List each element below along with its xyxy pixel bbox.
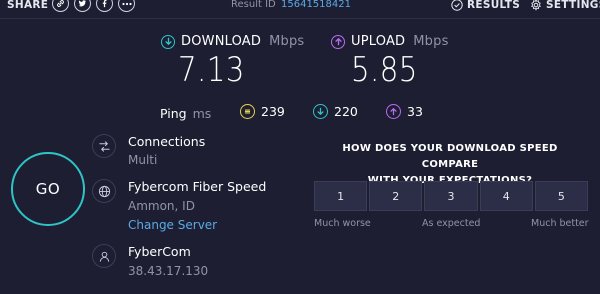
provider-ip: 38.43.17.130 bbox=[128, 264, 209, 278]
result-id-link[interactable]: 15641518421 bbox=[281, 0, 351, 10]
ping-upload-value: 33 bbox=[407, 104, 423, 119]
go-label: GO bbox=[35, 180, 61, 198]
header-divider bbox=[0, 18, 600, 19]
twitter-icon[interactable] bbox=[74, 0, 91, 12]
facebook-icon[interactable] bbox=[96, 0, 113, 12]
change-server-link[interactable]: Change Server bbox=[128, 218, 217, 232]
download-speed-value: 7.13 bbox=[178, 50, 245, 90]
download-unit: Mbps bbox=[269, 34, 305, 49]
rating-scale: 1 2 3 4 5 bbox=[314, 181, 589, 211]
download-label: DOWNLOAD bbox=[181, 34, 262, 49]
ping-idle: 239 bbox=[240, 104, 285, 119]
share-label: SHARE bbox=[7, 0, 49, 11]
upload-header: UPLOAD Mbps bbox=[331, 34, 449, 49]
check-circle-icon bbox=[451, 0, 463, 11]
rating-option-5[interactable]: 5 bbox=[534, 181, 589, 211]
caption-as-expected: As expected bbox=[422, 218, 481, 229]
ping-download-value: 220 bbox=[334, 104, 358, 119]
settings-button[interactable]: SETTINGS bbox=[530, 0, 600, 11]
connections-icon bbox=[92, 134, 116, 158]
results-button[interactable]: RESULTS bbox=[451, 0, 520, 11]
caption-much-better: Much better bbox=[531, 218, 589, 229]
go-button[interactable]: GO bbox=[11, 152, 85, 226]
connections-mode: Multi bbox=[128, 153, 158, 167]
ping-upload: 33 bbox=[386, 104, 423, 119]
download-header: DOWNLOAD Mbps bbox=[161, 34, 304, 49]
user-icon bbox=[92, 244, 116, 268]
rating-option-2[interactable]: 2 bbox=[369, 181, 423, 211]
ping-idle-value: 239 bbox=[261, 104, 285, 119]
ping-row: Ping ms 239 220 33 bbox=[160, 104, 423, 122]
results-label: RESULTS bbox=[467, 0, 521, 11]
server-location: Ammon, ID bbox=[128, 199, 195, 213]
download-arrow-icon bbox=[161, 34, 175, 49]
top-bar: SHARE Result ID 15641518421 RESULTS SETT… bbox=[0, 0, 600, 12]
server-name: Fybercom Fiber Speed bbox=[128, 179, 267, 194]
connections-title: Connections bbox=[128, 134, 206, 149]
jitter-icon bbox=[240, 104, 255, 119]
upload-speed-value: 5.85 bbox=[351, 50, 418, 90]
rating-option-3[interactable]: 3 bbox=[424, 181, 478, 211]
caption-much-worse: Much worse bbox=[314, 218, 371, 229]
upload-arrow-icon bbox=[386, 104, 401, 119]
survey-question-line1: HOW DOES YOUR DOWNLOAD SPEED COMPARE bbox=[342, 143, 558, 170]
ping-label: Ping bbox=[160, 105, 187, 121]
upload-arrow-icon bbox=[331, 34, 345, 49]
settings-label: SETTINGS bbox=[546, 0, 600, 11]
globe-icon bbox=[92, 179, 116, 203]
rating-option-4[interactable]: 4 bbox=[479, 181, 533, 211]
gear-icon bbox=[531, 0, 541, 11]
ping-download: 220 bbox=[313, 104, 358, 119]
upload-unit: Mbps bbox=[413, 34, 449, 49]
upload-label: UPLOAD bbox=[351, 34, 406, 49]
link-icon[interactable] bbox=[52, 0, 69, 12]
download-arrow-icon bbox=[313, 104, 328, 119]
ping-unit: ms bbox=[192, 105, 212, 121]
more-icon[interactable] bbox=[118, 0, 135, 12]
result-id-label: Result ID bbox=[231, 0, 276, 10]
provider-name: FyberCom bbox=[128, 244, 191, 259]
rating-option-1[interactable]: 1 bbox=[314, 181, 368, 211]
